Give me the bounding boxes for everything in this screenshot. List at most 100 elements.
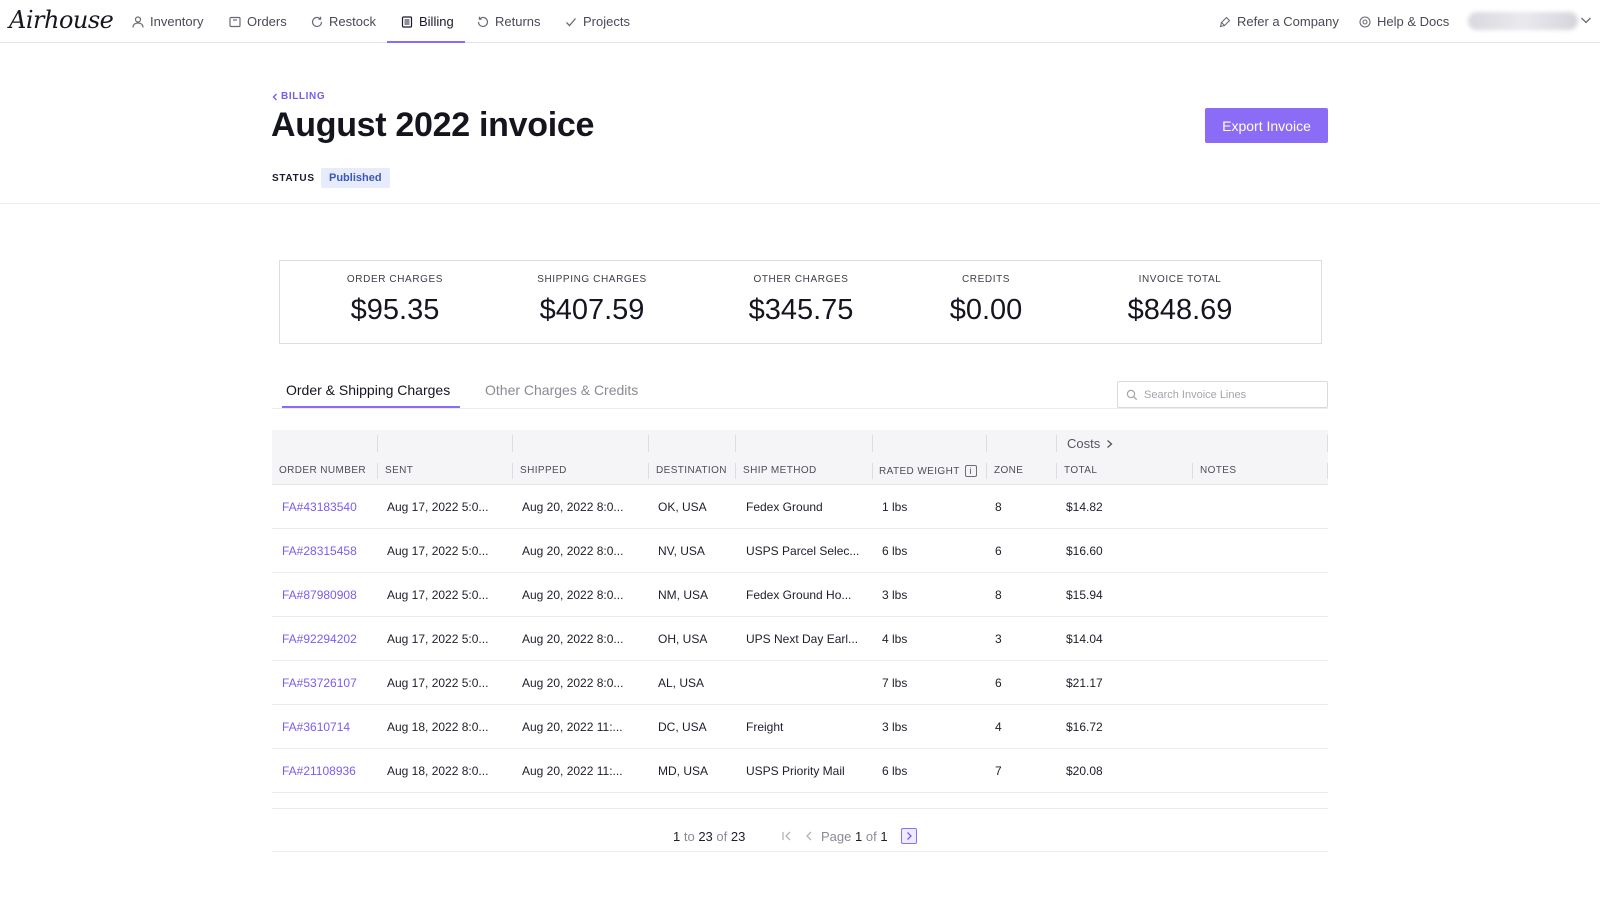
table-row[interactable]: FA#28315458 Aug 17, 2022 5:0... Aug 20, …	[272, 529, 1328, 573]
header-total[interactable]: TOTAL	[1064, 465, 1097, 476]
costs-group-toggle[interactable]: Costs	[1067, 436, 1113, 451]
check-icon	[566, 17, 576, 26]
header-order-number[interactable]: ORDER NUMBER	[279, 465, 366, 476]
chevron-right-icon	[907, 832, 912, 840]
tab-divider	[272, 408, 1328, 409]
search-icon	[1126, 389, 1138, 401]
destination-cell: OH, USA	[658, 632, 708, 646]
ship-method-cell: USPS Parcel Selec...	[746, 544, 860, 558]
breadcrumb-billing[interactable]: BILLING	[272, 91, 325, 102]
header-ship-method[interactable]: SHIP METHOD	[743, 465, 817, 476]
rated-weight-cell: 6 lbs	[882, 544, 908, 558]
chevron-down-icon[interactable]	[1580, 14, 1592, 26]
export-invoice-button[interactable]: Export Invoice	[1205, 108, 1328, 143]
first-page-icon[interactable]	[780, 829, 794, 843]
airhouse-logo[interactable]: Airhouse	[9, 6, 114, 34]
nav-inventory[interactable]: Inventory	[132, 0, 203, 43]
search-input[interactable]	[1144, 386, 1322, 404]
column-separator[interactable]	[872, 463, 873, 479]
order-number-link[interactable]: FA#92294202	[282, 632, 357, 646]
ship-method-cell: Fedex Ground	[746, 500, 823, 514]
order-number-link[interactable]: FA#53726107	[282, 676, 357, 690]
breadcrumb-label: BILLING	[281, 91, 326, 102]
destination-cell: MD, USA	[658, 764, 709, 778]
shipped-cell: Aug 20, 2022 11:...	[522, 720, 623, 734]
header-zone[interactable]: ZONE	[994, 465, 1023, 476]
help-docs-link[interactable]: Help & Docs	[1359, 0, 1449, 43]
column-separator[interactable]	[1056, 463, 1057, 479]
column-separator[interactable]	[735, 463, 736, 479]
prev-page-icon[interactable]	[802, 829, 816, 843]
nav-returns-label: Returns	[495, 14, 541, 29]
table-row[interactable]: FA#92294202 Aug 17, 2022 5:0... Aug 20, …	[272, 617, 1328, 661]
lifebuoy-icon	[1359, 15, 1371, 28]
nav-billing[interactable]: Billing	[401, 0, 454, 43]
header-shipped[interactable]: SHIPPED	[520, 465, 567, 476]
header-notes[interactable]: NOTES	[1200, 465, 1236, 476]
column-separator	[986, 435, 987, 452]
summary-invoice-total: INVOICE TOTAL $848.69	[1110, 261, 1250, 327]
table-header-row: ORDER NUMBER SENT SHIPPED DESTINATION SH…	[272, 457, 1328, 485]
nav-orders[interactable]: Orders	[229, 0, 287, 43]
nav-restock[interactable]: Restock	[311, 0, 376, 43]
rated-weight-cell: 1 lbs	[882, 500, 908, 514]
column-separator	[872, 435, 873, 452]
table-row[interactable]: FA#53726107 Aug 17, 2022 5:0... Aug 20, …	[272, 661, 1328, 705]
return-icon	[477, 16, 489, 27]
nav-projects[interactable]: Projects	[565, 0, 630, 43]
tab-order-shipping-charges[interactable]: Order & Shipping Charges	[286, 382, 450, 398]
column-separator[interactable]	[1192, 463, 1193, 479]
nav-orders-label: Orders	[247, 14, 287, 29]
next-page-button[interactable]	[901, 828, 917, 844]
page-of-word: of	[865, 829, 877, 844]
order-number-link[interactable]: FA#43183540	[282, 500, 357, 514]
table-row[interactable]: FA#21108936 Aug 18, 2022 8:0... Aug 20, …	[272, 749, 1328, 793]
invoice-summary: ORDER CHARGES $95.35 SHIPPING CHARGES $4…	[279, 260, 1322, 344]
status-badge: Published	[321, 168, 390, 188]
header-sent[interactable]: SENT	[385, 465, 413, 476]
receipt-icon	[401, 15, 413, 28]
info-icon[interactable]: i	[964, 465, 977, 477]
summary-value: $95.35	[350, 294, 440, 326]
header-divider	[0, 203, 1600, 204]
row-to-word: to	[683, 829, 695, 844]
summary-value: $345.75	[748, 294, 854, 326]
shipped-cell: Aug 20, 2022 8:0...	[522, 676, 624, 690]
total-cell: $14.82	[1066, 500, 1103, 514]
column-separator[interactable]	[986, 463, 987, 479]
column-separator[interactable]	[512, 463, 513, 479]
refer-company-label: Refer a Company	[1237, 14, 1339, 29]
table-row[interactable]: FA#43183540 Aug 17, 2022 5:0... Aug 20, …	[272, 485, 1328, 529]
order-number-link[interactable]: FA#21108936	[282, 764, 356, 778]
summary-value: $407.59	[539, 294, 645, 326]
total-cell: $14.04	[1066, 632, 1103, 646]
header-rated-weight-label: RATED WEIGHT	[879, 465, 960, 477]
costs-group-label: Costs	[1067, 436, 1101, 451]
sent-cell: Aug 17, 2022 5:0...	[387, 588, 489, 602]
order-number-link[interactable]: FA#3610714	[282, 720, 350, 734]
row-from: 1	[673, 829, 681, 844]
column-separator	[1327, 463, 1328, 479]
table-row[interactable]: FA#3610714 Aug 18, 2022 8:0... Aug 20, 2…	[272, 705, 1328, 749]
refresh-icon	[311, 16, 323, 27]
row-total: 23	[730, 829, 746, 844]
column-separator[interactable]	[377, 463, 378, 479]
summary-order-charges: ORDER CHARGES $95.35	[330, 261, 460, 327]
column-separator[interactable]	[648, 463, 649, 479]
order-number-link[interactable]: FA#87980908	[282, 588, 357, 602]
table-row[interactable]: FA#87980908 Aug 17, 2022 5:0... Aug 20, …	[272, 573, 1328, 617]
summary-value: $848.69	[1127, 294, 1233, 326]
tab-other-charges-credits[interactable]: Other Charges & Credits	[485, 382, 638, 398]
destination-cell: NV, USA	[658, 544, 705, 558]
header-destination[interactable]: DESTINATION	[656, 465, 727, 476]
refer-company-link[interactable]: Refer a Company	[1219, 0, 1339, 43]
sent-cell: Aug 17, 2022 5:0...	[387, 544, 489, 558]
tab-active-indicator	[282, 406, 460, 408]
header-rated-weight[interactable]: RATED WEIGHT i	[879, 465, 977, 477]
user-menu[interactable]	[1468, 12, 1578, 30]
order-number-link[interactable]: FA#28315458	[282, 544, 357, 558]
summary-label: INVOICE TOTAL	[1138, 274, 1222, 285]
zone-cell: 8	[995, 500, 1002, 514]
nav-returns[interactable]: Returns	[477, 0, 541, 43]
search-box[interactable]	[1117, 381, 1328, 408]
